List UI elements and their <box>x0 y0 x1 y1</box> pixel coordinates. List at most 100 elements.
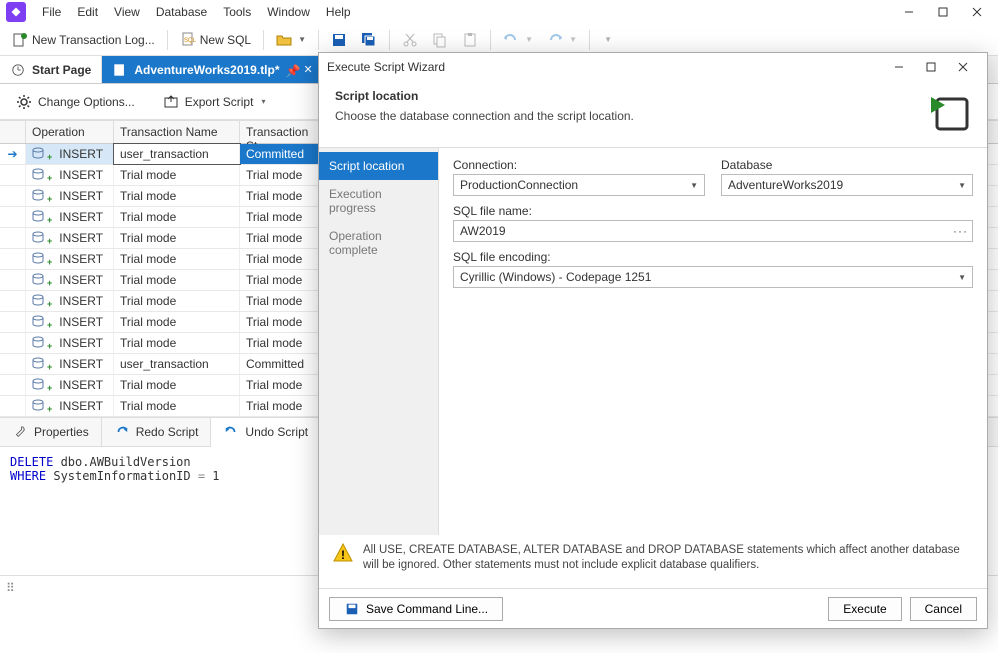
save-command-line-button[interactable]: Save Command Line... <box>329 597 503 621</box>
operation-value: INSERT <box>59 189 103 203</box>
wizard-minimize-button[interactable] <box>883 55 915 79</box>
column-transaction-status[interactable]: Transaction St <box>240 121 320 143</box>
wizard-maximize-button[interactable] <box>915 55 947 79</box>
tab-properties[interactable]: Properties <box>0 418 102 446</box>
row-indicator <box>0 249 26 269</box>
current-row-icon: ➔ <box>7 147 17 161</box>
save-all-button[interactable] <box>355 28 383 52</box>
paste-button[interactable] <box>456 28 484 52</box>
database-dropdown[interactable]: AdventureWorks2019 ▼ <box>721 174 973 196</box>
close-icon <box>958 62 968 72</box>
chevron-down-icon: ▼ <box>958 273 966 282</box>
cell-operation: +INSERT <box>26 228 114 248</box>
new-transaction-log-label: New Transaction Log... <box>32 33 155 47</box>
operation-value: INSERT <box>59 147 103 161</box>
window-minimize-button[interactable] <box>892 0 926 24</box>
browse-button[interactable]: ··· <box>953 224 968 238</box>
cancel-button[interactable]: Cancel <box>910 597 977 621</box>
cell-transaction-name: Trial mode <box>114 312 240 332</box>
minimize-icon <box>904 7 914 17</box>
encoding-dropdown[interactable]: Cyrillic (Windows) - Codepage 1251 ▼ <box>453 266 973 288</box>
cell-transaction-name: Trial mode <box>114 228 240 248</box>
cell-transaction-status: Trial mode <box>240 165 320 185</box>
connection-dropdown[interactable]: ProductionConnection ▼ <box>453 174 705 196</box>
cell-transaction-name: Trial mode <box>114 186 240 206</box>
pin-icon[interactable]: 📌 <box>286 64 298 76</box>
menu-tools[interactable]: Tools <box>215 2 259 22</box>
tab-start-page[interactable]: Start Page <box>0 56 102 83</box>
database-insert-icon <box>32 294 46 308</box>
wizard-warning: ! All USE, CREATE DATABASE, ALTER DATABA… <box>319 535 987 588</box>
step-script-location[interactable]: Script location <box>319 152 438 180</box>
window-close-button[interactable] <box>960 0 994 24</box>
cell-transaction-status: Trial mode <box>240 333 320 353</box>
row-indicator <box>0 228 26 248</box>
tab-start-label: Start Page <box>32 63 91 77</box>
change-options-button[interactable]: Change Options... <box>10 90 141 114</box>
menu-view[interactable]: View <box>106 2 148 22</box>
execute-button[interactable]: Execute <box>828 597 901 621</box>
column-transaction-name[interactable]: Transaction Name <box>114 121 240 143</box>
open-button[interactable]: ▼ <box>270 28 312 52</box>
new-sql-button[interactable]: SQL New SQL <box>174 28 257 52</box>
tab-close-icon[interactable]: ✕ <box>304 63 313 76</box>
wizard-titlebar[interactable]: Execute Script Wizard <box>319 53 987 81</box>
more-button[interactable]: ▼ <box>596 31 618 48</box>
separator <box>389 30 390 50</box>
menu-file[interactable]: File <box>34 2 69 22</box>
redo-button[interactable]: ▼ <box>541 28 583 52</box>
new-transaction-log-button[interactable]: New Transaction Log... <box>6 28 161 52</box>
menu-help[interactable]: Help <box>318 2 359 22</box>
operation-value: INSERT <box>59 399 103 413</box>
tab-redo-label: Redo Script <box>136 425 199 439</box>
menu-edit[interactable]: Edit <box>69 2 106 22</box>
tab-adventureworks-label: AdventureWorks2019.tlp* <box>134 63 279 77</box>
database-insert-icon <box>32 252 46 266</box>
wizard-header: Script location Choose the database conn… <box>319 81 987 148</box>
log-icon <box>12 32 28 48</box>
operation-value: INSERT <box>59 168 103 182</box>
operation-value: INSERT <box>59 294 103 308</box>
warning-text: All USE, CREATE DATABASE, ALTER DATABASE… <box>363 543 973 574</box>
operation-value: INSERT <box>59 357 103 371</box>
chevron-down-icon: ▼ <box>569 35 577 44</box>
menu-database[interactable]: Database <box>148 2 215 22</box>
undo-icon <box>223 424 239 440</box>
wizard-steps: Script location Execution progress Opera… <box>319 148 439 535</box>
save-button[interactable] <box>325 28 353 52</box>
tab-redo-script[interactable]: Redo Script <box>102 418 212 446</box>
cell-operation: +INSERT <box>26 207 114 227</box>
database-insert-icon <box>32 147 46 161</box>
connection-value: ProductionConnection <box>460 178 578 192</box>
drag-handle-icon[interactable]: ⠿ <box>6 581 15 595</box>
cell-operation: +INSERT <box>26 186 114 206</box>
window-maximize-button[interactable] <box>926 0 960 24</box>
separator <box>318 30 319 50</box>
step-operation-complete[interactable]: Operation complete <box>319 222 438 264</box>
wizard-close-button[interactable] <box>947 55 979 79</box>
svg-text:SQL: SQL <box>184 38 196 44</box>
copy-button[interactable] <box>426 28 454 52</box>
filename-input[interactable]: AW2019 ··· <box>453 220 973 242</box>
column-operation[interactable]: Operation <box>26 121 114 143</box>
cell-transaction-status: Trial mode <box>240 291 320 311</box>
close-icon <box>972 7 982 17</box>
sql-keyword: DELETE <box>10 455 53 469</box>
database-insert-icon <box>32 210 46 224</box>
app-logo-icon <box>6 2 26 22</box>
chevron-down-icon: ▼ <box>690 181 698 190</box>
undo-button[interactable]: ▼ <box>497 28 539 52</box>
execute-label: Execute <box>843 602 886 616</box>
chevron-down-icon: ▼ <box>298 35 306 44</box>
step-execution-progress[interactable]: Execution progress <box>319 180 438 222</box>
row-indicator: ➔ <box>0 144 26 164</box>
cell-transaction-name: Trial mode <box>114 291 240 311</box>
tab-undo-script[interactable]: Undo Script <box>211 418 321 448</box>
sql-operator: = <box>198 469 205 483</box>
export-script-button[interactable]: Export Script ▾ <box>157 90 276 114</box>
tab-adventureworks[interactable]: AdventureWorks2019.tlp* 📌 ✕ <box>102 56 323 83</box>
operation-value: INSERT <box>59 231 103 245</box>
indicator-column[interactable] <box>0 121 26 143</box>
menu-window[interactable]: Window <box>259 2 318 22</box>
cut-button[interactable] <box>396 28 424 52</box>
